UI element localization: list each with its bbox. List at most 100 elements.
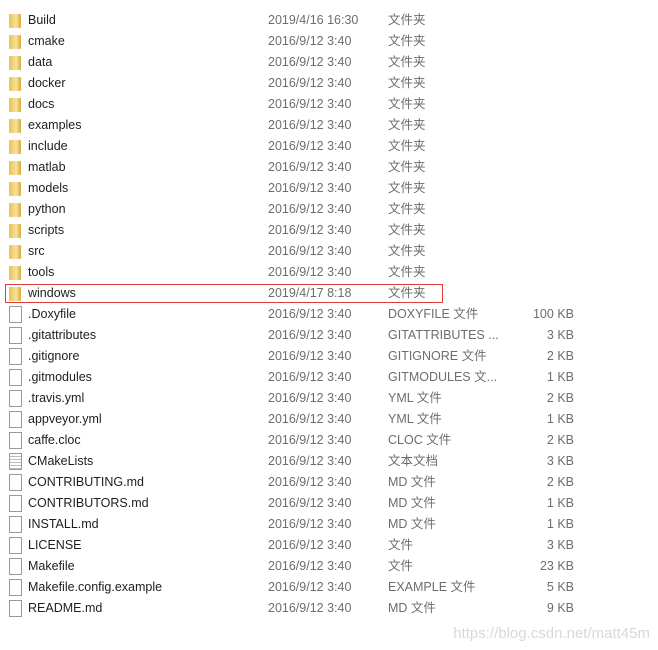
folder-icon — [9, 77, 21, 91]
folder-row[interactable]: src 2016/9/12 3:40 文件夹 — [0, 241, 658, 262]
file-name: data — [28, 55, 53, 69]
folder-row[interactable]: docker 2016/9/12 3:40 文件夹 — [0, 73, 658, 94]
file-size: 5 KB — [546, 580, 574, 594]
folder-row[interactable]: data 2016/9/12 3:40 文件夹 — [0, 52, 658, 73]
folder-icon — [9, 35, 21, 49]
file-icon — [9, 495, 22, 512]
file-size: 2 KB — [546, 391, 574, 405]
file-name: CONTRIBUTING.md — [28, 475, 144, 489]
file-type: 文件夹 — [388, 118, 426, 132]
folder-icon — [9, 287, 21, 301]
file-name: python — [28, 202, 66, 216]
folder-row[interactable]: scripts 2016/9/12 3:40 文件夹 — [0, 220, 658, 241]
file-type: GITIGNORE 文件 — [388, 349, 487, 363]
file-date: 2016/9/12 3:40 — [268, 76, 352, 90]
file-row[interactable]: .gitattributes 2016/9/12 3:40 GITATTRIBU… — [0, 325, 658, 346]
file-name: include — [28, 139, 68, 153]
file-type: 文件夹 — [388, 223, 426, 237]
file-size: 2 KB — [546, 349, 574, 363]
file-row[interactable]: Makefile.config.example 2016/9/12 3:40 E… — [0, 577, 658, 598]
file-icon — [9, 306, 22, 323]
file-type: 文件夹 — [388, 202, 426, 216]
file-icon — [9, 516, 22, 533]
file-name: matlab — [28, 160, 66, 174]
file-row[interactable]: INSTALL.md 2016/9/12 3:40 MD 文件 1 KB — [0, 514, 658, 535]
file-date: 2016/9/12 3:40 — [268, 496, 352, 510]
file-row[interactable]: Makefile 2016/9/12 3:40 文件 23 KB — [0, 556, 658, 577]
file-row[interactable]: .gitmodules 2016/9/12 3:40 GITMODULES 文.… — [0, 367, 658, 388]
file-name: caffe.cloc — [28, 433, 81, 447]
file-name: CMakeLists — [28, 454, 94, 468]
file-date: 2016/9/12 3:40 — [268, 139, 352, 153]
file-type: 文件夹 — [388, 55, 426, 69]
folder-row[interactable]: examples 2016/9/12 3:40 文件夹 — [0, 115, 658, 136]
folder-row[interactable]: matlab 2016/9/12 3:40 文件夹 — [0, 157, 658, 178]
folder-icon — [9, 119, 21, 133]
file-size: 23 KB — [539, 559, 574, 573]
file-size: 3 KB — [546, 454, 574, 468]
file-type: DOXYFILE 文件 — [388, 307, 479, 321]
file-row[interactable]: CONTRIBUTING.md 2016/9/12 3:40 MD 文件 2 K… — [0, 472, 658, 493]
file-name: tools — [28, 265, 55, 279]
file-date: 2016/9/12 3:40 — [268, 328, 352, 342]
file-row[interactable]: LICENSE 2016/9/12 3:40 文件 3 KB — [0, 535, 658, 556]
file-date: 2016/9/12 3:40 — [268, 559, 352, 573]
file-icon — [9, 327, 22, 344]
file-list: Build 2019/4/16 16:30 文件夹 cmake 2016/9/1… — [0, 10, 658, 619]
file-type: CLOC 文件 — [388, 433, 452, 447]
folder-row[interactable]: include 2016/9/12 3:40 文件夹 — [0, 136, 658, 157]
folder-icon — [9, 14, 21, 28]
file-name: CONTRIBUTORS.md — [28, 496, 149, 510]
file-name: docker — [28, 76, 66, 90]
file-date: 2016/9/12 3:40 — [268, 265, 352, 279]
file-date: 2016/9/12 3:40 — [268, 580, 352, 594]
file-size: 1 KB — [546, 412, 574, 426]
file-name: README.md — [28, 601, 103, 615]
file-type: MD 文件 — [388, 496, 436, 510]
file-name: .travis.yml — [28, 391, 85, 405]
folder-icon — [9, 182, 21, 196]
file-row[interactable]: appveyor.yml 2016/9/12 3:40 YML 文件 1 KB — [0, 409, 658, 430]
file-date: 2019/4/16 16:30 — [268, 13, 359, 27]
file-row[interactable]: caffe.cloc 2016/9/12 3:40 CLOC 文件 2 KB — [0, 430, 658, 451]
file-size: 1 KB — [546, 370, 574, 384]
folder-row[interactable]: python 2016/9/12 3:40 文件夹 — [0, 199, 658, 220]
file-row[interactable]: CMakeLists 2016/9/12 3:40 文本文档 3 KB — [0, 451, 658, 472]
file-name: Makefile.config.example — [28, 580, 163, 594]
file-row[interactable]: CONTRIBUTORS.md 2016/9/12 3:40 MD 文件 1 K… — [0, 493, 658, 514]
file-size: 9 KB — [546, 601, 574, 615]
file-date: 2016/9/12 3:40 — [268, 118, 352, 132]
file-date: 2016/9/12 3:40 — [268, 349, 352, 363]
file-type: MD 文件 — [388, 601, 436, 615]
file-type: 文件夹 — [388, 244, 426, 258]
folder-icon — [9, 161, 21, 175]
folder-row[interactable]: windows 2019/4/17 8:18 文件夹 — [0, 283, 658, 304]
file-type: 文件 — [388, 559, 414, 573]
file-date: 2016/9/12 3:40 — [268, 475, 352, 489]
folder-icon — [9, 224, 21, 238]
file-type: 文本文档 — [388, 454, 439, 468]
folder-row[interactable]: cmake 2016/9/12 3:40 文件夹 — [0, 31, 658, 52]
file-type: 文件夹 — [388, 265, 426, 279]
file-date: 2016/9/12 3:40 — [268, 202, 352, 216]
file-type: 文件夹 — [388, 13, 426, 27]
file-date: 2016/9/12 3:40 — [268, 307, 352, 321]
folder-row[interactable]: Build 2019/4/16 16:30 文件夹 — [0, 10, 658, 31]
file-type: 文件夹 — [388, 139, 426, 153]
folder-row[interactable]: docs 2016/9/12 3:40 文件夹 — [0, 94, 658, 115]
file-type: 文件夹 — [388, 160, 426, 174]
file-icon — [9, 537, 22, 554]
folder-icon — [9, 245, 21, 259]
folder-row[interactable]: models 2016/9/12 3:40 文件夹 — [0, 178, 658, 199]
file-type: MD 文件 — [388, 475, 436, 489]
file-name: appveyor.yml — [28, 412, 102, 426]
folder-icon — [9, 140, 21, 154]
folder-row[interactable]: tools 2016/9/12 3:40 文件夹 — [0, 262, 658, 283]
file-row[interactable]: .gitignore 2016/9/12 3:40 GITIGNORE 文件 2… — [0, 346, 658, 367]
file-name: INSTALL.md — [28, 517, 99, 531]
file-row[interactable]: .travis.yml 2016/9/12 3:40 YML 文件 2 KB — [0, 388, 658, 409]
file-date: 2016/9/12 3:40 — [268, 538, 352, 552]
file-row[interactable]: .Doxyfile 2016/9/12 3:40 DOXYFILE 文件 100… — [0, 304, 658, 325]
file-row[interactable]: README.md 2016/9/12 3:40 MD 文件 9 KB — [0, 598, 658, 619]
folder-icon — [9, 98, 21, 112]
